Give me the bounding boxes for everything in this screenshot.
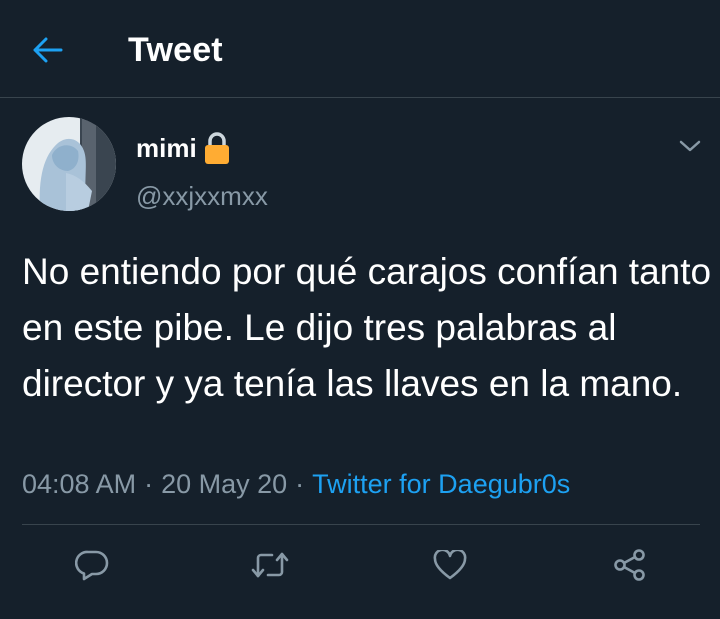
like-button[interactable] [428, 545, 472, 585]
avatar[interactable] [22, 117, 116, 211]
display-name-text: mimi [136, 133, 197, 163]
page-title: Tweet [128, 31, 223, 69]
arrow-left-icon [33, 37, 63, 63]
top-bar: Tweet [0, 0, 720, 98]
lock-icon [203, 131, 231, 165]
separator: · [144, 469, 154, 499]
reply-icon [75, 549, 109, 581]
tweet-meta: 04:08 AM · 20 May 20 · Twitter for Daegubr0s [22, 466, 570, 502]
like-icon [433, 550, 467, 580]
tweet-date: 20 May 20 [161, 469, 288, 499]
reply-button[interactable] [70, 545, 114, 585]
divider [22, 524, 700, 525]
back-button[interactable] [22, 28, 74, 72]
user-handle[interactable]: @xxjxxmxx [136, 180, 268, 212]
separator: · [295, 469, 305, 499]
chevron-down-icon [679, 139, 701, 153]
share-icon [612, 548, 648, 582]
tweet-source-link[interactable]: Twitter for Daegubr0s [312, 469, 570, 499]
retweet-button[interactable] [248, 545, 292, 585]
retweet-icon [250, 550, 290, 580]
display-name[interactable]: mimi [136, 131, 231, 165]
tweet-text: No entiendo por qué carajos confían tant… [22, 251, 712, 404]
share-button[interactable] [608, 545, 652, 585]
tweet-time: 04:08 AM [22, 469, 137, 499]
tweet-options-button[interactable] [672, 128, 708, 164]
